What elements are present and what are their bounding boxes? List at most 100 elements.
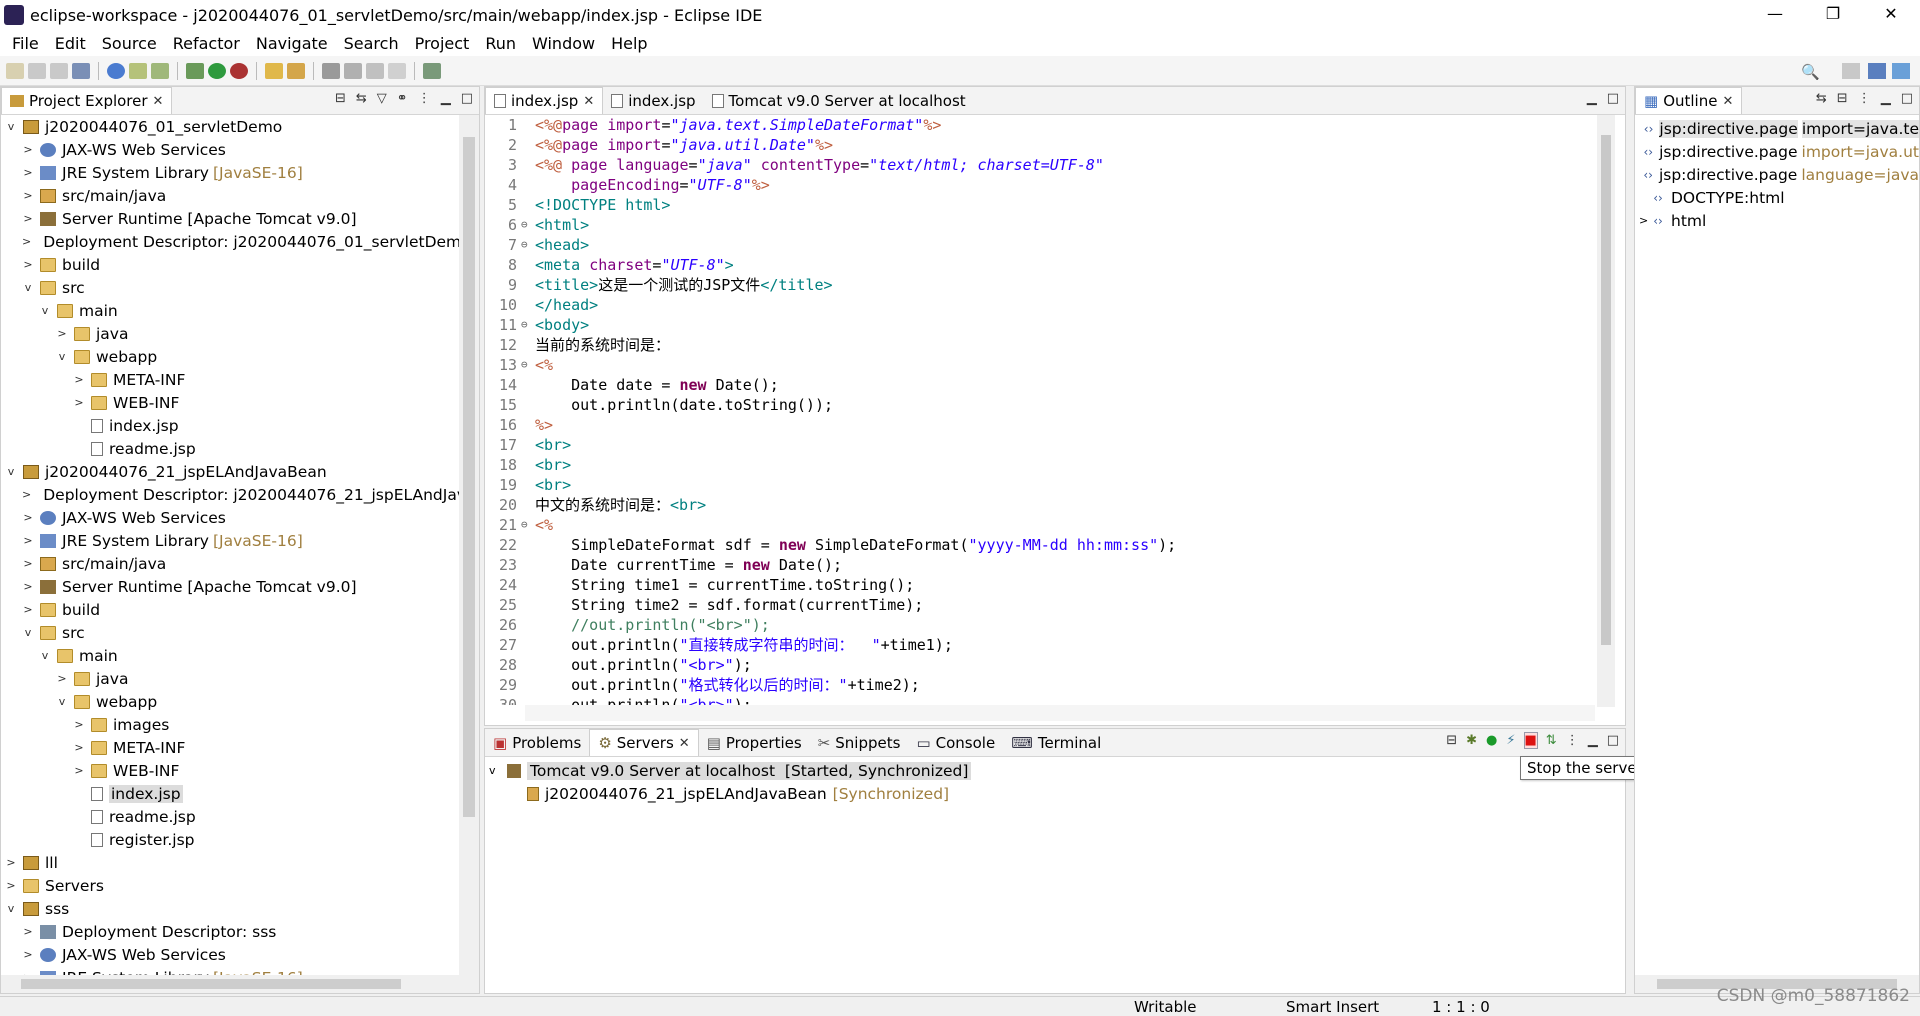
- tree-item[interactable]: v webapp: [1, 345, 459, 368]
- java-ee-perspective-icon[interactable]: [1868, 63, 1886, 79]
- tab-snippets[interactable]: ✂ Snippets: [810, 729, 909, 756]
- menu-search[interactable]: Search: [344, 34, 399, 53]
- fold-icon[interactable]: ⊖: [521, 515, 531, 535]
- explorer-horizontal-scrollbar[interactable]: [1, 975, 479, 993]
- collapse-all-icon[interactable]: ⊟: [1837, 91, 1848, 106]
- code-line[interactable]: 2 <%@page import="java.util.Date"%>: [485, 135, 1595, 155]
- fold-icon[interactable]: ⊖: [521, 235, 531, 255]
- tab-tomcat-server[interactable]: Tomcat v9.0 Server at localhost: [704, 87, 974, 114]
- code-line[interactable]: 12 当前的系统时间是：: [485, 335, 1595, 355]
- tree-item[interactable]: > build: [1, 253, 459, 276]
- tab-index-jsp-jspel[interactable]: index.jsp: [603, 87, 703, 114]
- outline-item[interactable]: ‹› jsp:directive.page import=java.te: [1635, 117, 1919, 140]
- tree-item[interactable]: > images: [1, 713, 459, 736]
- tree-item[interactable]: v j2020044076_01_servletDemo: [1, 115, 459, 138]
- server-row[interactable]: v Tomcat v9.0 Server at localhost [Start…: [485, 759, 1625, 782]
- code-line[interactable]: 9 <title>这是一个测试的JSP文件</title>: [485, 275, 1595, 295]
- tree-item[interactable]: > build: [1, 598, 459, 621]
- chevron-right-icon[interactable]: >: [73, 764, 85, 777]
- code-line[interactable]: 1 <%@page import="java.text.SimpleDateFor…: [485, 115, 1595, 135]
- link-editor-icon[interactable]: ⇆: [356, 91, 367, 106]
- chevron-right-icon[interactable]: >: [22, 925, 34, 938]
- menu-run[interactable]: Run: [485, 34, 516, 53]
- link-editor-icon[interactable]: ⇆: [1816, 91, 1827, 106]
- search-tool-icon[interactable]: [287, 62, 305, 79]
- editor-vertical-scrollbar[interactable]: [1597, 115, 1615, 707]
- fold-icon[interactable]: ⊖: [521, 215, 531, 235]
- chevron-right-icon[interactable]: >: [22, 557, 34, 570]
- close-icon[interactable]: ✕: [153, 94, 164, 109]
- tree-item[interactable]: > WEB-INF: [1, 391, 459, 414]
- chevron-down-icon[interactable]: v: [56, 695, 68, 708]
- tree-item[interactable]: > JAX-WS Web Services: [1, 943, 459, 966]
- terminal-icon[interactable]: [72, 62, 90, 79]
- tab-properties[interactable]: ▤ Properties: [699, 729, 810, 756]
- tree-item[interactable]: > Deployment Descriptor: j2020044076_01_s…: [1, 230, 459, 253]
- tree-item[interactable]: v src: [1, 276, 459, 299]
- chevron-right-icon[interactable]: >: [22, 258, 34, 271]
- tab-project-explorer[interactable]: Project Explorer ✕: [1, 87, 173, 114]
- tree-item[interactable]: > WEB-INF: [1, 759, 459, 782]
- tree-item[interactable]: > src/main/java: [1, 184, 459, 207]
- tree-item[interactable]: > JAX-WS Web Services: [1, 506, 459, 529]
- profile-server-icon[interactable]: ⚡: [1506, 733, 1515, 748]
- tree-item[interactable]: > lll: [1, 851, 459, 874]
- code-line[interactable]: 28 out.println("<br>");: [485, 655, 1595, 675]
- new-icon[interactable]: [6, 62, 24, 79]
- open-type-icon[interactable]: [265, 62, 283, 79]
- wizard-icon[interactable]: [151, 62, 169, 79]
- explorer-vertical-scrollbar[interactable]: [459, 115, 479, 977]
- tree-item[interactable]: register.jsp: [1, 828, 459, 851]
- chevron-down-icon[interactable]: v: [22, 626, 34, 639]
- outline-item[interactable]: > ‹› html: [1635, 209, 1919, 232]
- maximize-view-icon[interactable]: □: [461, 91, 473, 106]
- code-line[interactable]: 29 out.println("格式转化以后的时间："+time2);: [485, 675, 1595, 695]
- code-line[interactable]: 22 SimpleDateFormat sdf = new SimpleDate…: [485, 535, 1595, 555]
- menu-navigate[interactable]: Navigate: [256, 34, 328, 53]
- tree-item[interactable]: > Servers: [1, 874, 459, 897]
- back-icon[interactable]: [366, 62, 384, 79]
- code-line[interactable]: 6 ⊖ <html>: [485, 215, 1595, 235]
- tree-item[interactable]: > Deployment Descriptor: sss: [1, 920, 459, 943]
- debug-perspective-icon[interactable]: [1892, 63, 1910, 79]
- code-line[interactable]: 16 %>: [485, 415, 1595, 435]
- chevron-down-icon[interactable]: v: [5, 120, 17, 133]
- tree-item[interactable]: > Server Runtime [Apache Tomcat v9.0]: [1, 207, 459, 230]
- next-annotation-icon[interactable]: [322, 62, 340, 79]
- chevron-right-icon[interactable]: >: [5, 879, 17, 892]
- publish-icon[interactable]: ⇅: [1546, 733, 1557, 748]
- tree-item[interactable]: v sss: [1, 897, 459, 920]
- menu-project[interactable]: Project: [415, 34, 470, 53]
- server-icon[interactable]: [129, 62, 147, 79]
- close-icon[interactable]: ✕: [583, 94, 594, 109]
- outline-item[interactable]: ‹› jsp:directive.page import=java.ut: [1635, 140, 1920, 163]
- menu-source[interactable]: Source: [102, 34, 157, 53]
- code-line[interactable]: 23 Date currentTime = new Date();: [485, 555, 1595, 575]
- code-line[interactable]: 13 ⊖ <%: [485, 355, 1595, 375]
- code-line[interactable]: 8 <meta charset="UTF-8">: [485, 255, 1595, 275]
- chevron-right-icon[interactable]: >: [22, 143, 34, 156]
- close-button[interactable]: ✕: [1862, 0, 1920, 30]
- tree-item[interactable]: v main: [1, 644, 459, 667]
- chevron-right-icon[interactable]: >: [22, 580, 34, 593]
- chevron-right-icon[interactable]: >: [22, 189, 34, 202]
- tab-servers[interactable]: ⚙ Servers ✕: [589, 729, 699, 756]
- tree-item[interactable]: v j2020044076_21_jspELAndJavaBean: [1, 460, 459, 483]
- filter-icon[interactable]: ▽: [377, 91, 387, 106]
- code-line[interactable]: 3 <%@ page language="java" contentType="t…: [485, 155, 1595, 175]
- open-perspective-icon[interactable]: [1842, 63, 1860, 79]
- outline-item[interactable]: ‹› DOCTYPE:html: [1635, 186, 1919, 209]
- code-line[interactable]: 7 ⊖ <head>: [485, 235, 1595, 255]
- code-line[interactable]: 10 </head>: [485, 295, 1595, 315]
- tree-item[interactable]: > JRE System Library[JavaSE-16]: [1, 529, 459, 552]
- tree-item[interactable]: v main: [1, 299, 459, 322]
- code-line[interactable]: 11 ⊖ <body>: [485, 315, 1595, 335]
- tree-item[interactable]: v src: [1, 621, 459, 644]
- fold-icon[interactable]: ⊖: [521, 315, 531, 335]
- pin-editor-icon[interactable]: [423, 62, 441, 79]
- collapse-all-icon[interactable]: ⊟: [335, 91, 346, 106]
- chevron-down-icon[interactable]: v: [489, 764, 501, 777]
- menu-refactor[interactable]: Refactor: [173, 34, 240, 53]
- chevron-down-icon[interactable]: v: [5, 465, 17, 478]
- search-icon[interactable]: 🔍: [1801, 63, 1820, 81]
